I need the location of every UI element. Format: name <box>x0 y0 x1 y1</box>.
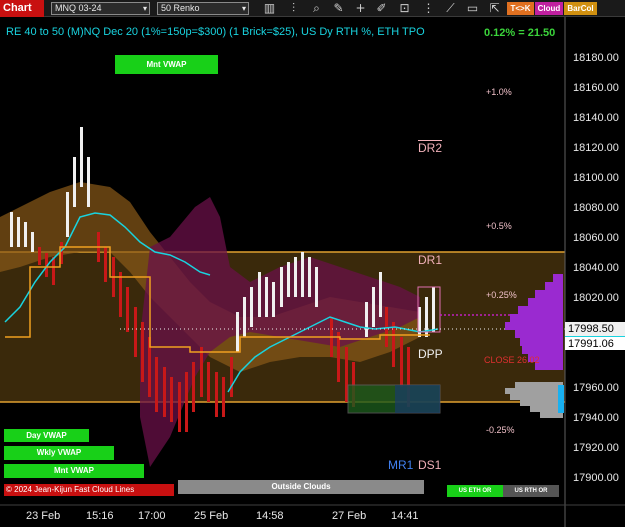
time-tick: 23 Feb <box>26 510 61 522</box>
current-price-box: 17998.50 <box>565 322 625 336</box>
bar-type-value: 50 Renko <box>161 3 200 13</box>
price-tick: 18080.00 <box>573 202 619 214</box>
price-tick: 18120.00 <box>573 142 619 154</box>
price-tick: 17920.00 <box>573 442 619 454</box>
time-tick: 17:00 <box>138 510 166 522</box>
close-label: CLOSE 26.02 <box>484 355 540 365</box>
pct-label: +0.5% <box>486 221 512 231</box>
chevron-down-icon: ▾ <box>241 4 246 13</box>
price-tick: 18180.00 <box>573 52 619 64</box>
price-tick: 18100.00 <box>573 172 619 184</box>
export-icon[interactable]: ⇱ <box>487 1 502 16</box>
price-tick: 17940.00 <box>573 412 619 424</box>
dr1-label: DR1 <box>418 253 443 267</box>
bar-type-select[interactable]: 50 Renko ▾ <box>157 2 249 15</box>
time-tick: 27 Feb <box>332 510 367 522</box>
properties-icon[interactable]: ✎ <box>331 1 346 16</box>
price-tick: 18160.00 <box>573 82 619 94</box>
ma-price-box: 17991.06 <box>565 336 625 350</box>
draw-icon[interactable]: ✐ <box>374 1 389 16</box>
time-tick: 25 Feb <box>194 510 229 522</box>
price-tick: 18040.00 <box>573 262 619 274</box>
bars-icon[interactable]: ▥ <box>262 1 277 16</box>
instrument-select[interactable]: MNQ 03-24 ▾ <box>51 2 150 15</box>
mnt-vwap-button[interactable]: Mnt VWAP <box>4 464 144 478</box>
instrument-value: MNQ 03-24 <box>55 3 102 13</box>
us-rth-or-button[interactable]: US RTH OR <box>503 485 559 497</box>
blue-box <box>395 385 440 413</box>
lock-icon[interactable]: ⊡ <box>397 1 412 16</box>
us-eth-or-button[interactable]: US ETH OR <box>447 485 503 497</box>
window-icon[interactable]: ▭ <box>465 1 480 16</box>
price-tick: 18020.00 <box>573 292 619 304</box>
tk-toggle-button[interactable]: T<>K <box>507 2 534 15</box>
price-tick: 17960.00 <box>573 382 619 394</box>
chart-panel[interactable]: RE 40 to 50 (M)NQ Dec 20 (1%=150p=$300) … <box>0 17 625 527</box>
pct-label: -0.25% <box>486 425 515 435</box>
price-tick: 18060.00 <box>573 232 619 244</box>
mnt-vwap-top-button[interactable]: Mnt VWAP <box>115 55 218 74</box>
line-icon[interactable]: ⟋ <box>443 1 458 16</box>
pct-label: +0.25% <box>486 290 517 300</box>
ds1-label: DS1 <box>418 458 442 472</box>
crosshair-icon[interactable]: + <box>353 1 368 16</box>
price-tick: 18140.00 <box>573 112 619 124</box>
zoom-icon[interactable]: ⌕ <box>309 1 324 16</box>
dots-icon[interactable]: ⋮ <box>421 1 436 16</box>
wkly-vwap-button[interactable]: Wkly VWAP <box>4 446 114 460</box>
cloud-toggle-button[interactable]: Cloud <box>535 2 563 15</box>
day-vwap-button[interactable]: Day VWAP <box>4 429 89 442</box>
toolbar: Chart MNQ 03-24 ▾ 50 Renko ▾ ▥ ⫶ ⌕ ✎ + ✐… <box>0 0 625 17</box>
time-tick: 14:41 <box>391 510 419 522</box>
magenta-cloud <box>140 197 420 467</box>
percent-readout: 0.12% = 21.50 <box>484 27 556 39</box>
pct-label: +1.0% <box>486 87 512 97</box>
time-tick: 14:58 <box>256 510 284 522</box>
outside-clouds-button[interactable]: Outside Clouds <box>178 480 424 494</box>
price-tick: 17900.00 <box>573 472 619 484</box>
dr2-label: DR2 <box>418 141 443 155</box>
dpp-label: DPP <box>418 347 443 361</box>
chevron-down-icon: ▾ <box>142 4 147 13</box>
time-tick: 15:16 <box>86 510 114 522</box>
chart-header: RE 40 to 50 (M)NQ Dec 20 (1%=150p=$300) … <box>6 26 425 38</box>
candles-icon[interactable]: ⫶ <box>286 1 301 16</box>
mr1-label: MR1 <box>388 458 414 472</box>
barcol-toggle-button[interactable]: BarCol <box>564 2 597 15</box>
copyright-label: © 2024 Jean-Kijun Fast Cloud Lines <box>4 484 174 496</box>
chart-menu-button[interactable]: Chart <box>0 0 44 17</box>
